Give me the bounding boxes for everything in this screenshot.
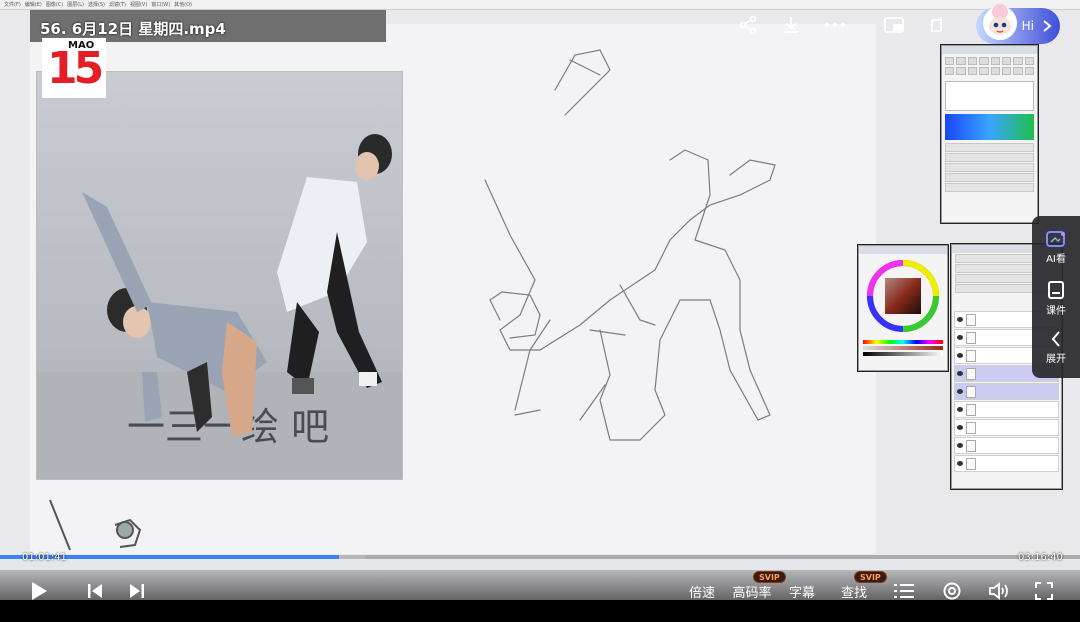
chevron-right-icon — [1043, 20, 1052, 32]
speed-button[interactable]: 倍速 — [684, 580, 720, 602]
settings-button[interactable] — [941, 580, 963, 602]
video-frame[interactable]: 文件(F) 编辑(E) 图像(C) 图层(L) 选择(S) 滤镜(T) 视图(V) 窗口(W)… — [0, 0, 1080, 600]
progress-bar[interactable] — [0, 555, 1080, 559]
subtitle-button[interactable]: 字幕 — [784, 580, 820, 602]
chevron-left-icon — [1051, 331, 1060, 347]
quality-label: 高码率 — [732, 585, 772, 601]
play-button[interactable] — [28, 580, 50, 602]
mini-window-icon[interactable] — [925, 12, 951, 38]
brush-presets — [945, 81, 1034, 111]
side-item-expand-label: 展开 — [1046, 354, 1066, 365]
volume-icon — [989, 582, 1008, 600]
ai-view-icon — [1046, 231, 1065, 247]
total-time: 03:16:40 — [1018, 552, 1063, 563]
side-item-courseware-label: 课件 — [1046, 306, 1066, 317]
current-time: 01:01:41 — [22, 552, 67, 563]
more-icon[interactable] — [822, 12, 848, 38]
fullscreen-button[interactable] — [1033, 580, 1055, 602]
player-controls — [0, 570, 1080, 622]
skip-previous-icon — [88, 584, 102, 598]
side-panel: AI看 课件 展开 — [1032, 216, 1080, 378]
next-button[interactable] — [126, 580, 148, 602]
small-sketch — [49, 499, 142, 551]
color-panel-title — [859, 246, 947, 254]
previous-button[interactable] — [84, 580, 106, 602]
tool-panel — [941, 45, 1038, 223]
picture-in-picture-icon[interactable] — [881, 12, 907, 38]
playlist-icon — [894, 584, 914, 598]
quality-svip-badge: SVIP — [753, 571, 786, 583]
assistant-avatar — [983, 4, 1017, 40]
share-icon[interactable] — [735, 12, 761, 38]
skip-next-icon — [130, 584, 144, 598]
play-icon — [32, 582, 47, 600]
assistant-label: Hi — [1021, 19, 1034, 33]
video-title: 56. 6月12日 星期四.mp4 — [40, 20, 226, 38]
app-menubar: 文件(F) 编辑(E) 图像(C) 图层(L) 选择(S) 滤镜(T) 视图(V) 窗口(W)… — [0, 0, 1080, 10]
speed-label: 倍速 — [688, 585, 715, 601]
tool-panel-title — [942, 46, 1037, 54]
download-icon[interactable] — [778, 12, 804, 38]
subtitle-label: 字幕 — [788, 585, 815, 601]
playlist-button[interactable] — [893, 580, 915, 602]
volume-button[interactable] — [988, 580, 1010, 602]
side-item-ai-label: AI看 — [1046, 254, 1066, 265]
color-wheel — [867, 260, 939, 332]
brush-shape-preview — [945, 114, 1034, 140]
side-item-ai[interactable]: AI看 — [1032, 230, 1080, 265]
tool-grid — [942, 54, 1037, 78]
search-svip-badge: SVIP — [854, 571, 887, 583]
figure-sketch — [484, 49, 776, 441]
side-item-expand[interactable]: 展开 — [1032, 330, 1080, 365]
courseware-icon — [1048, 281, 1064, 299]
brand-logo: MAO 15 — [42, 38, 106, 98]
reference-photo: 一三一绘 吧 — [36, 71, 403, 480]
color-panel — [858, 245, 948, 371]
fullscreen-icon — [1035, 582, 1053, 600]
settings-icon — [943, 582, 961, 600]
search-label: 查找 — [840, 585, 867, 601]
logo-number: 15 — [47, 43, 104, 94]
side-item-courseware[interactable]: 课件 — [1032, 280, 1080, 317]
